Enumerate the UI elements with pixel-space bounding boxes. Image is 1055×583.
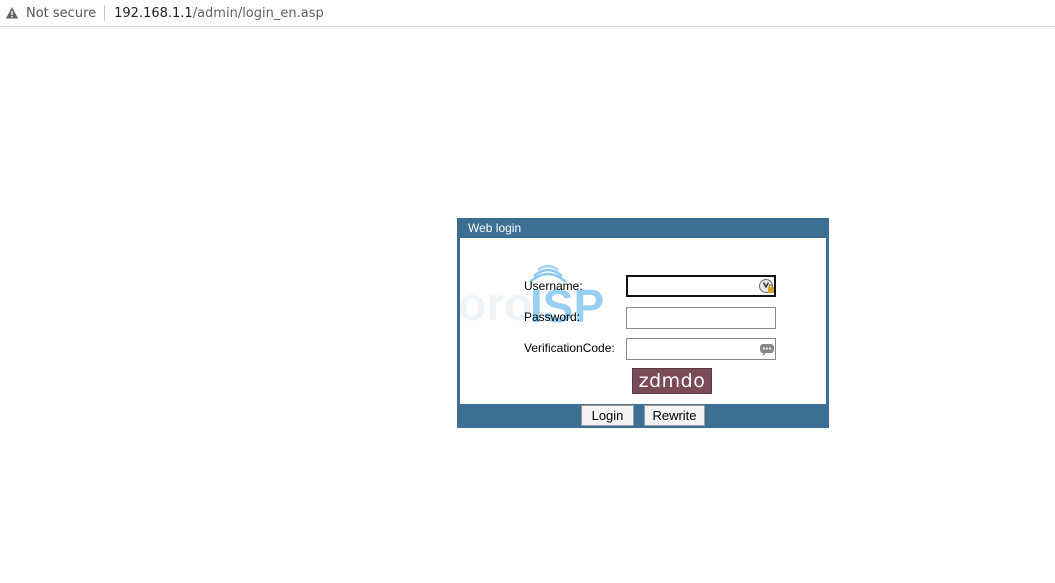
password-label: Password: <box>524 310 581 324</box>
verification-code-input[interactable] <box>626 338 776 360</box>
address-divider <box>104 5 106 21</box>
username-input[interactable] <box>626 275 776 297</box>
watermark-text-left: Foro <box>460 278 532 330</box>
captcha-image[interactable]: zdmdo <box>632 368 712 394</box>
url-host[interactable]: 192.168.1.1 <box>114 6 193 21</box>
ellipsis-bubble-icon[interactable] <box>759 341 775 357</box>
password-input[interactable] <box>626 307 776 329</box>
login-button[interactable]: Login <box>581 405 634 426</box>
verification-code-label: VerificationCode: <box>524 341 615 355</box>
address-bar[interactable]: Not secure 192.168.1.1/admin/login_en.as… <box>0 0 1055 27</box>
rewrite-button[interactable]: Rewrite <box>644 405 705 426</box>
url-path[interactable]: /admin/login_en.asp <box>193 6 324 21</box>
warning-triangle-icon[interactable] <box>4 5 20 21</box>
security-status-label[interactable]: Not secure <box>26 6 96 21</box>
login-form: Foro ISP Username: Password: Verificatio… <box>460 238 826 404</box>
web-login-panel: Web login Foro ISP Username: Password: V… <box>457 218 829 428</box>
key-lock-icon[interactable] <box>759 278 775 294</box>
username-label: Username: <box>524 279 583 293</box>
panel-title: Web login <box>468 221 522 235</box>
